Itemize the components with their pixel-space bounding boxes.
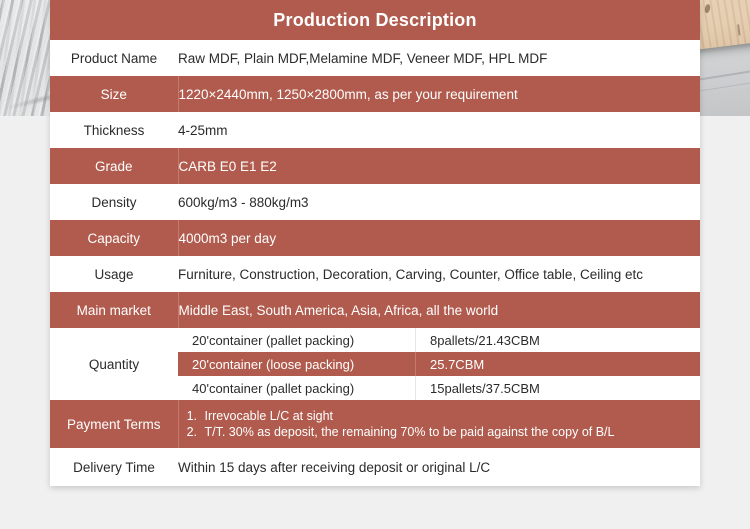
- quantity-amount-20ft-pallet: 8pallets/21.43CBM: [415, 328, 700, 352]
- wood-board-photo: [698, 0, 750, 116]
- quantity-desc-20ft-loose: 20'container (loose packing): [178, 352, 416, 376]
- quantity-amount-40ft-pallet: 15pallets/37.5CBM: [415, 376, 700, 400]
- row-label-payment-terms: Payment Terms: [50, 400, 179, 448]
- table-row: Thickness 4-25mm: [50, 112, 700, 148]
- table-row-payment-terms: Payment Terms Irrevocable L/C at sight T…: [50, 400, 700, 448]
- row-value-product-name: Raw MDF, Plain MDF,Melamine MDF, Veneer …: [178, 40, 700, 76]
- table-row: Size 1220×2440mm, 1250×2800mm, as per yo…: [50, 76, 700, 112]
- row-value-usage: Furniture, Construction, Decoration, Car…: [178, 256, 700, 292]
- table-row: Capacity 4000m3 per day: [50, 220, 700, 256]
- floor-seam-line: [698, 67, 750, 83]
- row-value-quantity: 20'container (pallet packing) 8pallets/2…: [178, 328, 700, 400]
- mdf-board-shape: [698, 0, 750, 50]
- payment-term-item: T/T. 30% as deposit, the remaining 70% t…: [201, 424, 701, 440]
- row-label-size: Size: [50, 76, 179, 112]
- table-row: Usage Furniture, Construction, Decoratio…: [50, 256, 700, 292]
- quantity-subrow: 20'container (pallet packing) 8pallets/2…: [178, 328, 700, 352]
- row-label-quantity: Quantity: [50, 328, 178, 400]
- row-value-capacity: 4000m3 per day: [178, 220, 700, 256]
- quantity-desc-40ft-pallet: 40'container (pallet packing): [178, 376, 416, 400]
- row-value-delivery-time: Within 15 days after receiving deposit o…: [178, 448, 700, 486]
- row-label-thickness: Thickness: [50, 112, 178, 148]
- wood-nail-mark: [737, 24, 741, 36]
- spec-table: Product Name Raw MDF, Plain MDF,Melamine…: [50, 40, 700, 486]
- table-row-quantity: Quantity 20'container (pallet packing) 8…: [50, 328, 700, 400]
- table-row: Product Name Raw MDF, Plain MDF,Melamine…: [50, 40, 700, 76]
- row-label-capacity: Capacity: [50, 220, 179, 256]
- quantity-subrow: 40'container (pallet packing) 15pallets/…: [178, 376, 700, 400]
- row-label-density: Density: [50, 184, 178, 220]
- row-label-delivery-time: Delivery Time: [50, 448, 178, 486]
- table-row: Density 600kg/m3 - 880kg/m3: [50, 184, 700, 220]
- row-value-grade: CARB E0 E1 E2: [178, 148, 700, 184]
- quantity-subtable: 20'container (pallet packing) 8pallets/2…: [178, 328, 700, 400]
- row-label-usage: Usage: [50, 256, 178, 292]
- row-label-product-name: Product Name: [50, 40, 178, 76]
- table-row: Main market Middle East, South America, …: [50, 292, 700, 328]
- quantity-subrow: 20'container (loose packing) 25.7CBM: [178, 352, 700, 376]
- wood-knot-mark: [704, 3, 711, 14]
- payment-term-item: Irrevocable L/C at sight: [201, 408, 701, 424]
- production-description-table: Production Description Product Name Raw …: [50, 0, 700, 486]
- table-row: Grade CARB E0 E1 E2: [50, 148, 700, 184]
- row-value-size: 1220×2440mm, 1250×2800mm, as per your re…: [178, 76, 700, 112]
- row-label-grade: Grade: [50, 148, 179, 184]
- payment-terms-list: Irrevocable L/C at sight T/T. 30% as dep…: [179, 408, 701, 440]
- row-value-main-market: Middle East, South America, Asia, Africa…: [178, 292, 700, 328]
- floor-seam-line-secondary: [698, 79, 750, 94]
- row-value-payment-terms: Irrevocable L/C at sight T/T. 30% as dep…: [178, 400, 700, 448]
- table-row-delivery-time: Delivery Time Within 15 days after recei…: [50, 448, 700, 486]
- row-value-density: 600kg/m3 - 880kg/m3: [178, 184, 700, 220]
- page-title: Production Description: [50, 0, 700, 40]
- quantity-desc-20ft-pallet: 20'container (pallet packing): [178, 328, 416, 352]
- quantity-amount-20ft-loose: 25.7CBM: [415, 352, 700, 376]
- row-value-thickness: 4-25mm: [178, 112, 700, 148]
- row-label-main-market: Main market: [50, 292, 179, 328]
